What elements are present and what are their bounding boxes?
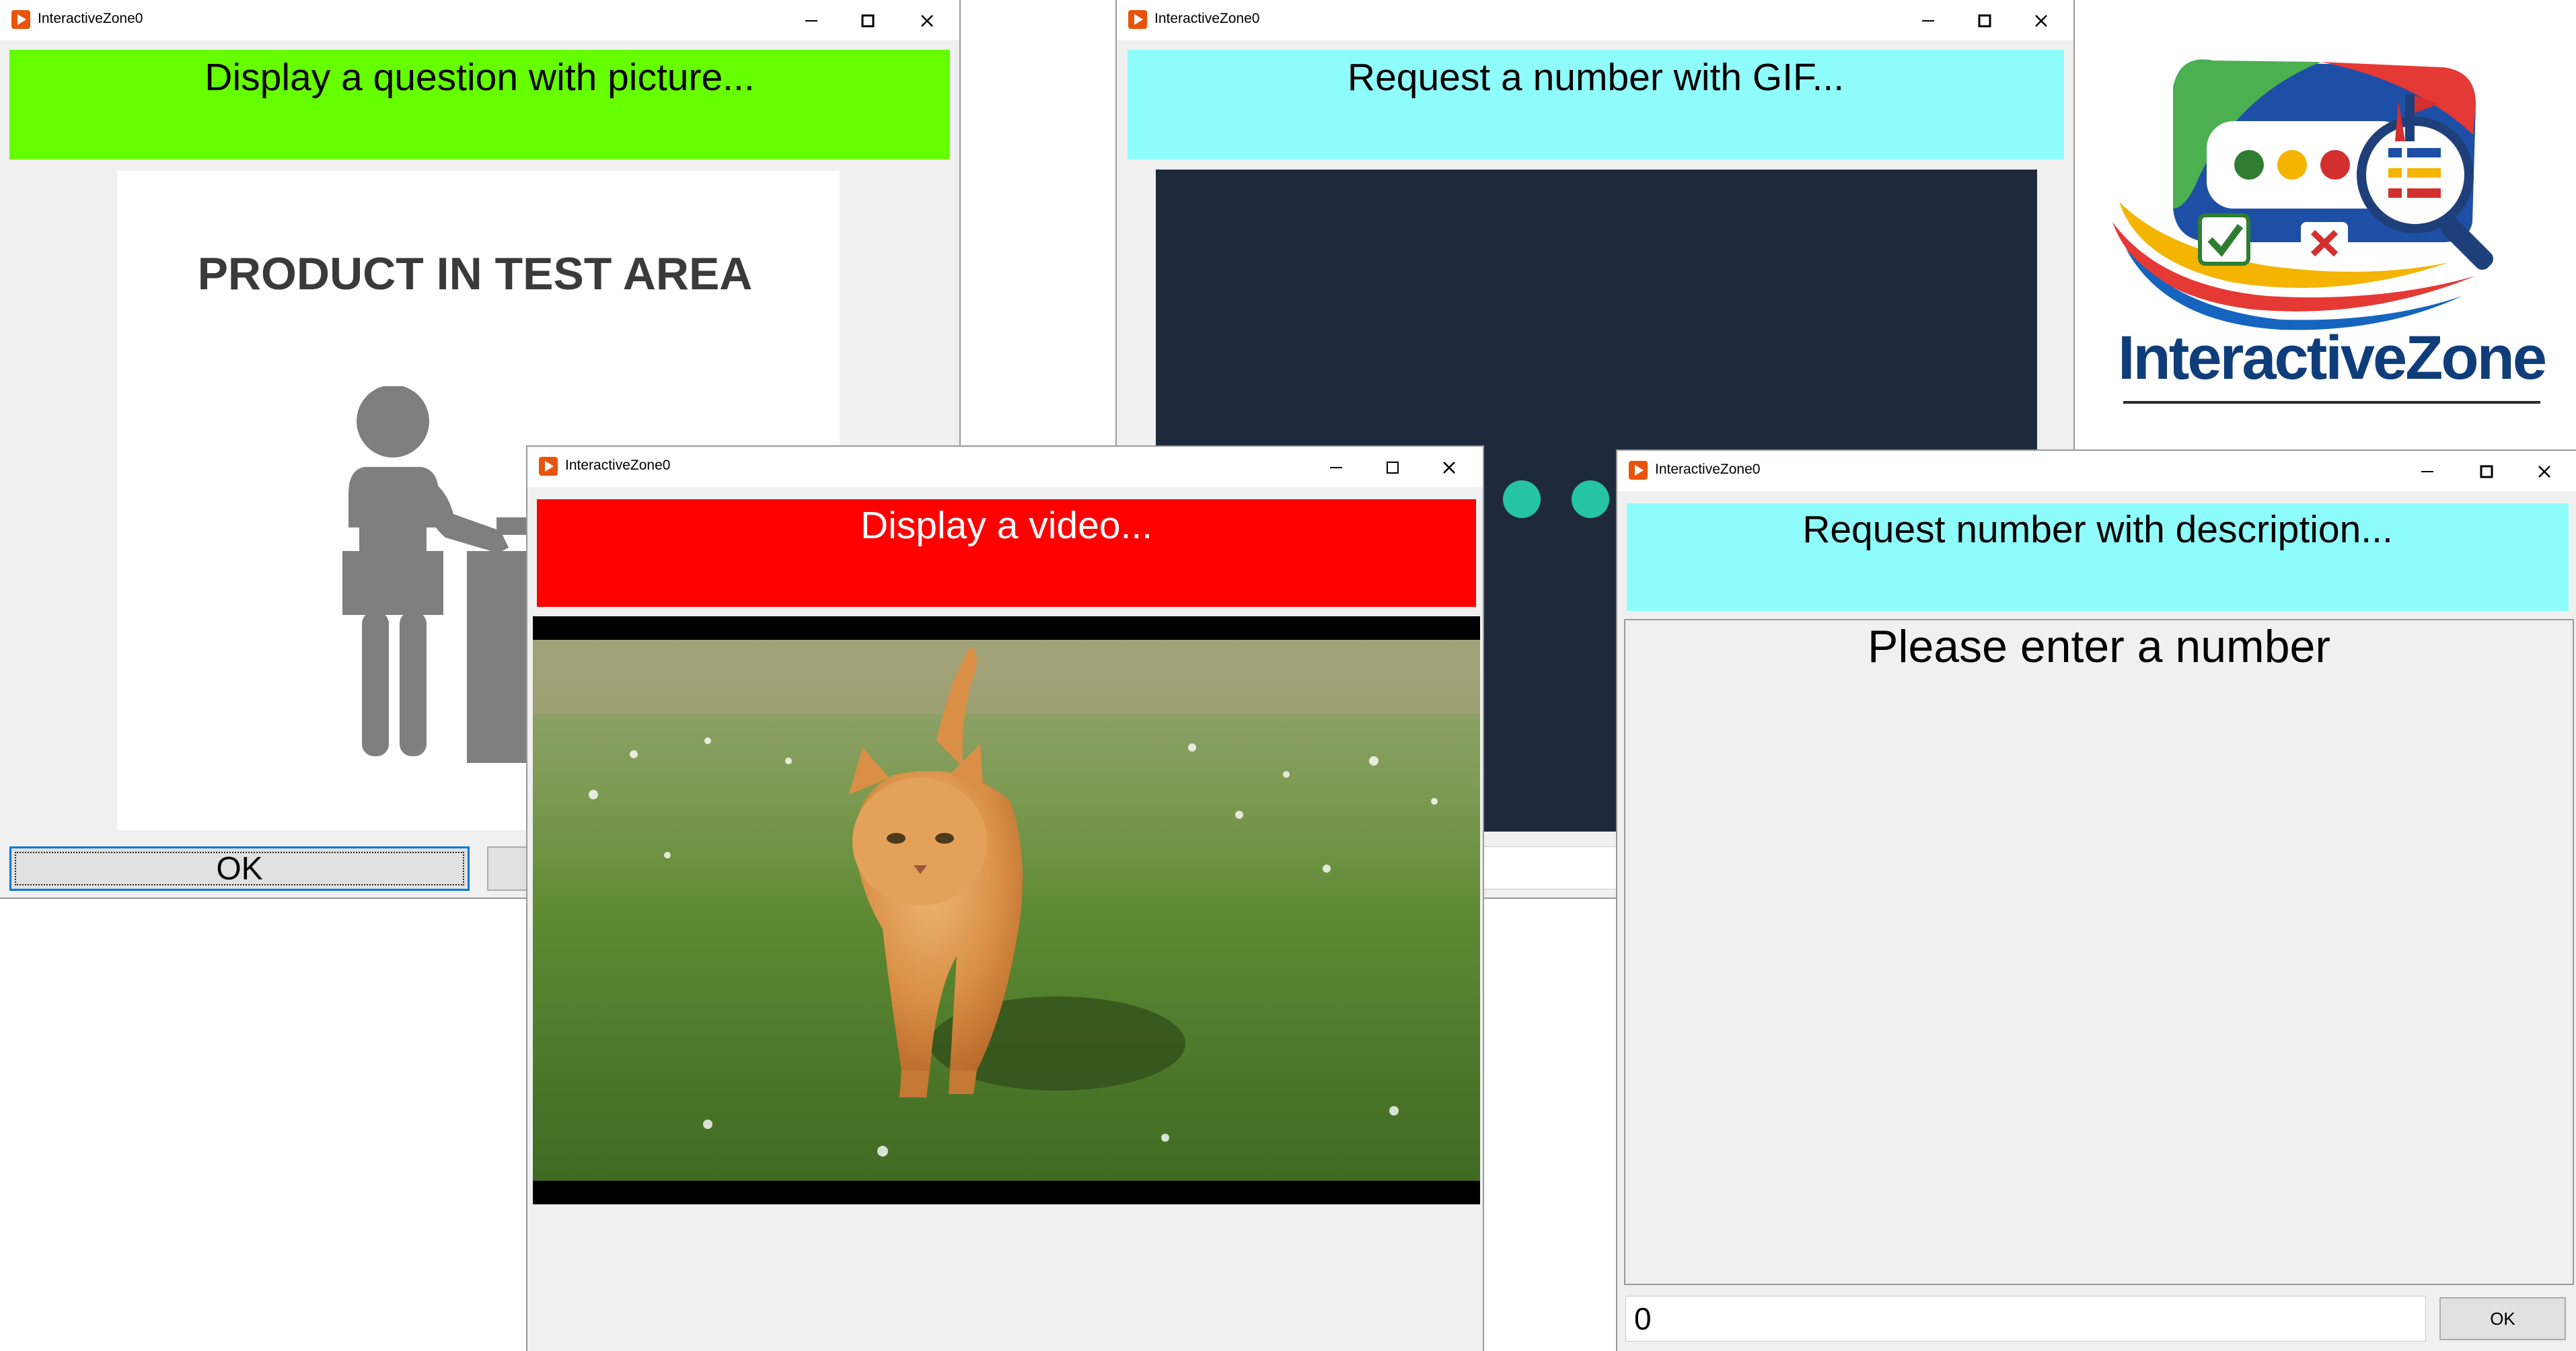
interactivezone-logo: InteractiveZone xyxy=(2099,40,2556,417)
title-bar[interactable]: InteractiveZone0 xyxy=(527,447,1483,487)
loading-dot xyxy=(1572,480,1609,518)
maximize-icon xyxy=(861,14,875,28)
window-title: InteractiveZone0 xyxy=(38,11,143,26)
window-title: InteractiveZone0 xyxy=(565,458,671,473)
description-text: Please enter a number xyxy=(1868,621,2330,672)
description-window: InteractiveZone0 Request number with des… xyxy=(1616,449,2576,1351)
app-play-icon xyxy=(539,457,558,476)
video-frame-cat xyxy=(533,640,1480,1181)
picture-heading: PRODUCT IN TEST AREA xyxy=(197,248,753,299)
minimize-button[interactable] xyxy=(1312,452,1359,482)
window-title: InteractiveZone0 xyxy=(1154,11,1260,26)
close-icon xyxy=(2538,466,2550,478)
maximize-icon xyxy=(2480,465,2493,478)
close-icon xyxy=(2035,15,2047,27)
minimize-icon xyxy=(1330,467,1342,468)
banner-text: Request number with description... xyxy=(1802,508,2393,551)
minimize-button[interactable] xyxy=(1904,5,1951,35)
maximize-icon xyxy=(1387,462,1399,474)
minimize-button[interactable] xyxy=(2403,456,2450,486)
minimize-icon xyxy=(1922,20,1934,22)
title-bar[interactable]: InteractiveZone0 xyxy=(0,0,959,40)
banner-text: Display a question with picture... xyxy=(205,56,755,99)
logo-brand-text: InteractiveZone xyxy=(2118,324,2547,392)
close-button[interactable] xyxy=(1425,452,1472,482)
gif-banner: Request a number with GIF... xyxy=(1128,50,2064,159)
number-input[interactable]: 0 xyxy=(1625,1296,2426,1342)
title-bar[interactable]: InteractiveZone0 xyxy=(1617,451,2576,491)
video-player[interactable] xyxy=(533,616,1480,1204)
app-play-icon xyxy=(11,10,30,29)
close-icon xyxy=(921,15,933,27)
logo-underline xyxy=(2123,401,2540,404)
close-button[interactable] xyxy=(2017,5,2064,35)
minimize-icon xyxy=(805,20,817,22)
loading-dot xyxy=(1503,480,1541,518)
ok-label: OK xyxy=(216,850,263,887)
description-panel: Please enter a number xyxy=(1624,619,2574,1285)
title-bar[interactable]: InteractiveZone0 xyxy=(1117,0,2073,40)
minimize-icon xyxy=(2421,471,2433,472)
close-button[interactable] xyxy=(2520,456,2567,486)
question-banner: Display a question with picture... xyxy=(9,50,950,159)
ok-button[interactable]: OK xyxy=(9,846,470,891)
description-banner: Request number with description... xyxy=(1627,503,2569,611)
minimize-button[interactable] xyxy=(787,5,834,35)
close-button[interactable] xyxy=(903,5,950,35)
close-icon xyxy=(1443,462,1455,474)
app-play-icon xyxy=(1128,10,1147,29)
window-title: InteractiveZone0 xyxy=(1655,462,1761,477)
ok-label: OK xyxy=(2490,1308,2515,1329)
maximize-button[interactable] xyxy=(2462,456,2509,486)
maximize-button[interactable] xyxy=(1960,5,2008,35)
ok-button[interactable]: OK xyxy=(2439,1297,2566,1340)
banner-text: Display a video... xyxy=(860,504,1153,547)
maximize-button[interactable] xyxy=(844,5,891,35)
logo-graphic-icon xyxy=(2112,59,2493,330)
app-play-icon xyxy=(1629,461,1648,480)
video-window: InteractiveZone0 Display a video... xyxy=(526,445,1484,1351)
maximize-button[interactable] xyxy=(1368,452,1415,482)
maximize-icon xyxy=(1978,14,1991,28)
banner-text: Request a number with GIF... xyxy=(1347,56,1845,99)
video-banner: Display a video... xyxy=(537,499,1476,607)
